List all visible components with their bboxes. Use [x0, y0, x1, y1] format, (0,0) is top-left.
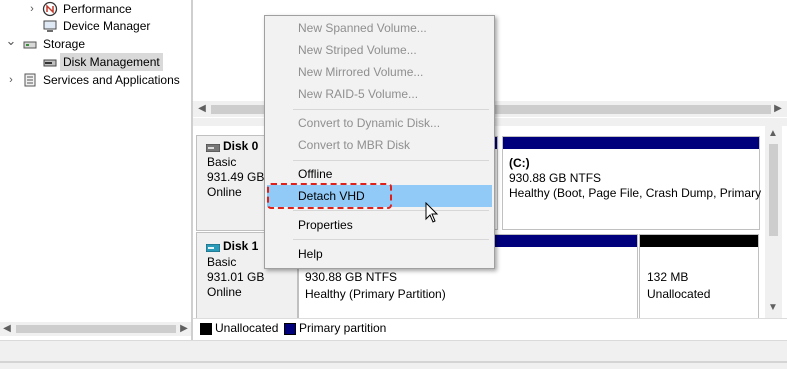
unallocated-status: Unallocated	[647, 287, 711, 301]
partition-filesystem: 930.88 GB NTFS	[305, 270, 398, 284]
partition-status: Healthy (Boot, Page File, Crash Dump, Pr…	[509, 186, 762, 200]
expand-icon[interactable]: ›	[5, 71, 17, 89]
menu-separator	[293, 210, 489, 211]
unallocated-bar	[640, 235, 758, 247]
disk-name: Disk 0	[223, 139, 259, 153]
tree-horizontal-scrollbar[interactable]: ◀ ▶	[0, 322, 191, 336]
scroll-down-icon[interactable]: ▼	[766, 302, 780, 313]
tree-item-label: Device Manager	[63, 19, 151, 33]
menu-item-new-spanned-volume[interactable]: New Spanned Volume...	[265, 17, 494, 39]
partition-filesystem: 930.88 GB NTFS	[509, 171, 602, 185]
expand-icon[interactable]: ›	[26, 0, 38, 18]
menu-item-new-raid5-volume[interactable]: New RAID-5 Volume...	[265, 83, 494, 105]
menu-item-convert-to-dynamic-disk[interactable]: Convert to Dynamic Disk...	[265, 112, 494, 134]
status-bar-divider	[0, 361, 787, 363]
unallocated-swatch	[200, 323, 212, 335]
disk-map-vertical-scrollbar[interactable]: ▲ ▼	[765, 126, 782, 318]
menu-item-new-striped-volume[interactable]: New Striped Volume...	[265, 39, 494, 61]
tree-item-label: Storage	[43, 37, 86, 51]
legend-primary-label: Primary partition	[299, 321, 387, 335]
menu-item-properties[interactable]: Properties	[265, 214, 494, 236]
menu-item-new-mirrored-volume[interactable]: New Mirrored Volume...	[265, 61, 494, 83]
disk-type: Basic	[207, 155, 237, 169]
disk-management-icon	[42, 54, 58, 70]
vhd-disk-icon	[205, 241, 221, 255]
scroll-up-icon[interactable]: ▲	[766, 128, 780, 139]
tree-item-services-and-applications[interactable]: › Services and Applications	[0, 71, 191, 89]
storage-icon	[22, 36, 38, 52]
menu-separator	[293, 109, 489, 110]
tree-item-device-manager[interactable]: Device Manager	[0, 17, 191, 35]
menu-separator	[293, 160, 489, 161]
tree-item-disk-management[interactable]: Disk Management	[0, 53, 191, 71]
disk-1-unallocated[interactable]: 132 MB Unallocated	[639, 234, 759, 322]
performance-icon	[42, 1, 58, 17]
tree-item-performance[interactable]: › Performance	[0, 0, 191, 18]
primary-partition-bar	[503, 137, 759, 149]
menu-separator	[293, 239, 489, 240]
disk-type: Basic	[207, 255, 237, 269]
disk-status: Online	[207, 285, 242, 299]
disk-0-c-partition[interactable]: (C:) 930.88 GB NTFS Healthy (Boot, Page …	[502, 136, 762, 230]
scroll-right-icon[interactable]: ▶	[177, 322, 191, 336]
legend-unallocated-label: Unallocated	[215, 321, 279, 335]
disk-size: 931.49 GB	[207, 170, 265, 184]
disk-icon	[205, 141, 221, 155]
scrollbar-thumb[interactable]	[769, 144, 778, 236]
unallocated-size: 132 MB	[647, 270, 689, 284]
legend: Unallocated Primary partition	[193, 318, 787, 337]
scroll-left-icon[interactable]: ◀	[0, 322, 14, 336]
disk-status: Online	[207, 185, 242, 199]
device-manager-icon	[42, 18, 58, 34]
primary-partition-swatch	[284, 323, 296, 335]
collapse-icon[interactable]: ⌄	[5, 32, 17, 50]
partition-label: (C:)	[509, 156, 530, 170]
partition-status: Healthy (Primary Partition)	[305, 287, 446, 301]
disk-name: Disk 1	[223, 239, 259, 253]
tree-item-storage[interactable]: ⌄ Storage	[0, 32, 191, 53]
services-icon	[22, 72, 38, 88]
menu-item-offline[interactable]: Offline	[265, 163, 494, 185]
tree-item-label: Performance	[63, 2, 132, 16]
menu-item-convert-to-mbr-disk[interactable]: Convert to MBR Disk	[265, 134, 494, 156]
detach-vhd-callout	[267, 183, 392, 209]
tree-item-label: Services and Applications	[43, 73, 180, 87]
mouse-pointer-icon	[425, 201, 439, 227]
scroll-left-icon[interactable]: ◀	[195, 102, 209, 116]
disk-context-menu: New Spanned Volume... New Striped Volume…	[264, 15, 495, 269]
scrollbar-thumb[interactable]	[16, 325, 176, 333]
status-bar	[0, 340, 787, 369]
disk-size: 931.01 GB	[207, 270, 265, 284]
menu-item-help[interactable]: Help	[265, 243, 494, 265]
scroll-right-icon[interactable]: ▶	[771, 102, 785, 116]
tree-item-label: Disk Management	[60, 53, 163, 71]
console-tree: › Performance Device Manager ⌄ Storage D…	[0, 0, 191, 322]
